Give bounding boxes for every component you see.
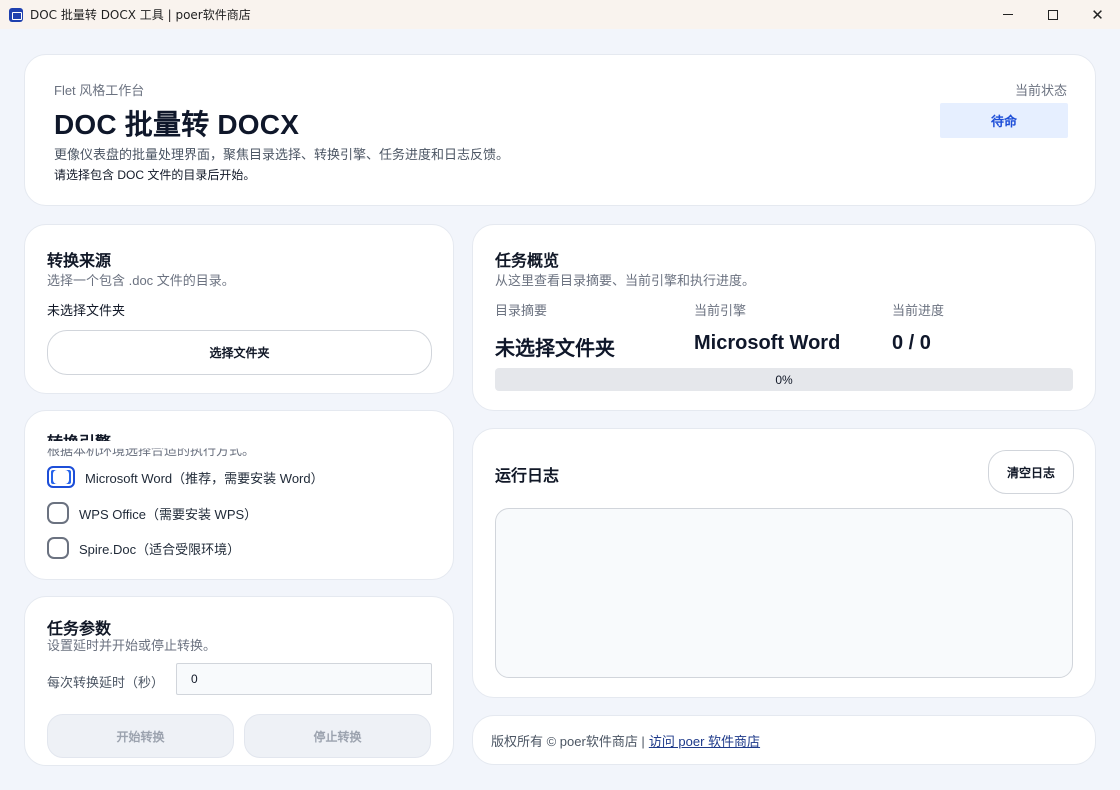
select-folder-button[interactable]: 选择文件夹 (47, 330, 432, 375)
stat-progress: 当前进度 0 / 0 (892, 300, 944, 355)
source-card: 转换来源 选择一个包含 .doc 文件的目录。 未选择文件夹 选择文件夹 (24, 224, 454, 394)
params-card: 任务参数 设置延时并开始或停止转换。 每次转换延时（秒） 开始转换 停止转换 (24, 596, 454, 766)
delay-input[interactable] (176, 663, 432, 695)
progress-text: 0% (775, 372, 793, 387)
page-title: DOC 批量转 DOCX (54, 109, 300, 140)
engine-card: 转换引擎 根据本机环境选择合适的执行方式。 Microsoft Word（推荐，… (24, 410, 454, 580)
status-badge: 待命 (940, 103, 1068, 138)
log-title: 运行日志 (495, 468, 560, 485)
delay-label: 每次转换延时（秒） (47, 675, 165, 690)
maximize-icon[interactable] (1030, 0, 1075, 29)
title-bar: DOC 批量转 DOCX 工具 | poer软件商店 ✕ (0, 0, 1120, 29)
window-title: DOC 批量转 DOCX 工具 | poer软件商店 (30, 8, 251, 22)
radio-unchecked-icon[interactable] (47, 537, 69, 559)
header-kicker: Flet 风格工作台 (54, 83, 145, 98)
start-convert-button[interactable]: 开始转换 (47, 714, 234, 758)
log-area[interactable] (495, 508, 1073, 678)
radio-checked-icon[interactable] (47, 466, 75, 488)
source-title: 转换来源 (47, 253, 112, 270)
overview-title: 任务概览 (495, 253, 560, 270)
progress-bar: 0% (495, 368, 1073, 391)
stat-label: 当前进度 (892, 303, 945, 318)
source-subtitle: 选择一个包含 .doc 文件的目录。 (47, 273, 235, 288)
window-controls: ✕ (985, 0, 1120, 29)
stat-value: Microsoft Word (694, 332, 841, 354)
engine-option-word[interactable]: Microsoft Word（推荐，需要安装 Word） (47, 466, 324, 488)
engine-option-spire[interactable]: Spire.Doc（适合受限环境） (47, 537, 240, 559)
params-subtitle: 设置延时并开始或停止转换。 (47, 638, 217, 653)
overview-card: 任务概览 从这里查看目录摘要、当前引擎和执行进度。 目录摘要 未选择文件夹 当前… (472, 224, 1096, 411)
stat-label: 目录摘要 (495, 303, 548, 318)
copyright-text: 版权所有 © poer软件商店 | (491, 733, 645, 749)
close-icon[interactable]: ✕ (1075, 0, 1120, 29)
selected-folder: 未选择文件夹 (47, 303, 126, 318)
engine-option-wps[interactable]: WPS Office（需要安装 WPS） (47, 502, 257, 524)
engine-subtitle: 根据本机环境选择合适的执行方式。 (47, 443, 256, 458)
header-description: 更像仪表盘的批量处理界面，聚焦目录选择、转换引擎、任务进度和日志反馈。 (54, 147, 510, 162)
radio-unchecked-icon[interactable] (47, 502, 69, 524)
header-card: Flet 风格工作台 DOC 批量转 DOCX 更像仪表盘的批量处理界面，聚焦目… (24, 54, 1096, 206)
stat-label: 当前引擎 (694, 303, 747, 318)
header-hint: 请选择包含 DOC 文件的目录后开始。 (54, 168, 256, 182)
stat-value: 0 / 0 (892, 332, 931, 354)
stat-value: 未选择文件夹 (495, 338, 615, 360)
engine-option-label: Microsoft Word（推荐，需要安装 Word） (85, 470, 324, 486)
stat-engine: 当前引擎 Microsoft Word (694, 300, 840, 355)
store-link[interactable]: 访问 poer 软件商店 (649, 731, 760, 750)
stat-directory: 目录摘要 未选择文件夹 (495, 300, 615, 361)
stop-convert-button[interactable]: 停止转换 (244, 714, 431, 758)
footer-card: 版权所有 © poer软件商店 | 访问 poer 软件商店 (472, 715, 1096, 765)
log-card: 运行日志 清空日志 (472, 428, 1096, 698)
overview-subtitle: 从这里查看目录摘要、当前引擎和执行进度。 (495, 273, 756, 288)
clear-log-button[interactable]: 清空日志 (988, 450, 1074, 494)
engine-option-label: Spire.Doc（适合受限环境） (79, 541, 241, 557)
engine-option-label: WPS Office（需要安装 WPS） (79, 506, 258, 522)
minimize-icon[interactable] (985, 0, 1030, 29)
status-label: 当前状态 (1014, 83, 1067, 98)
app-icon (9, 7, 23, 22)
